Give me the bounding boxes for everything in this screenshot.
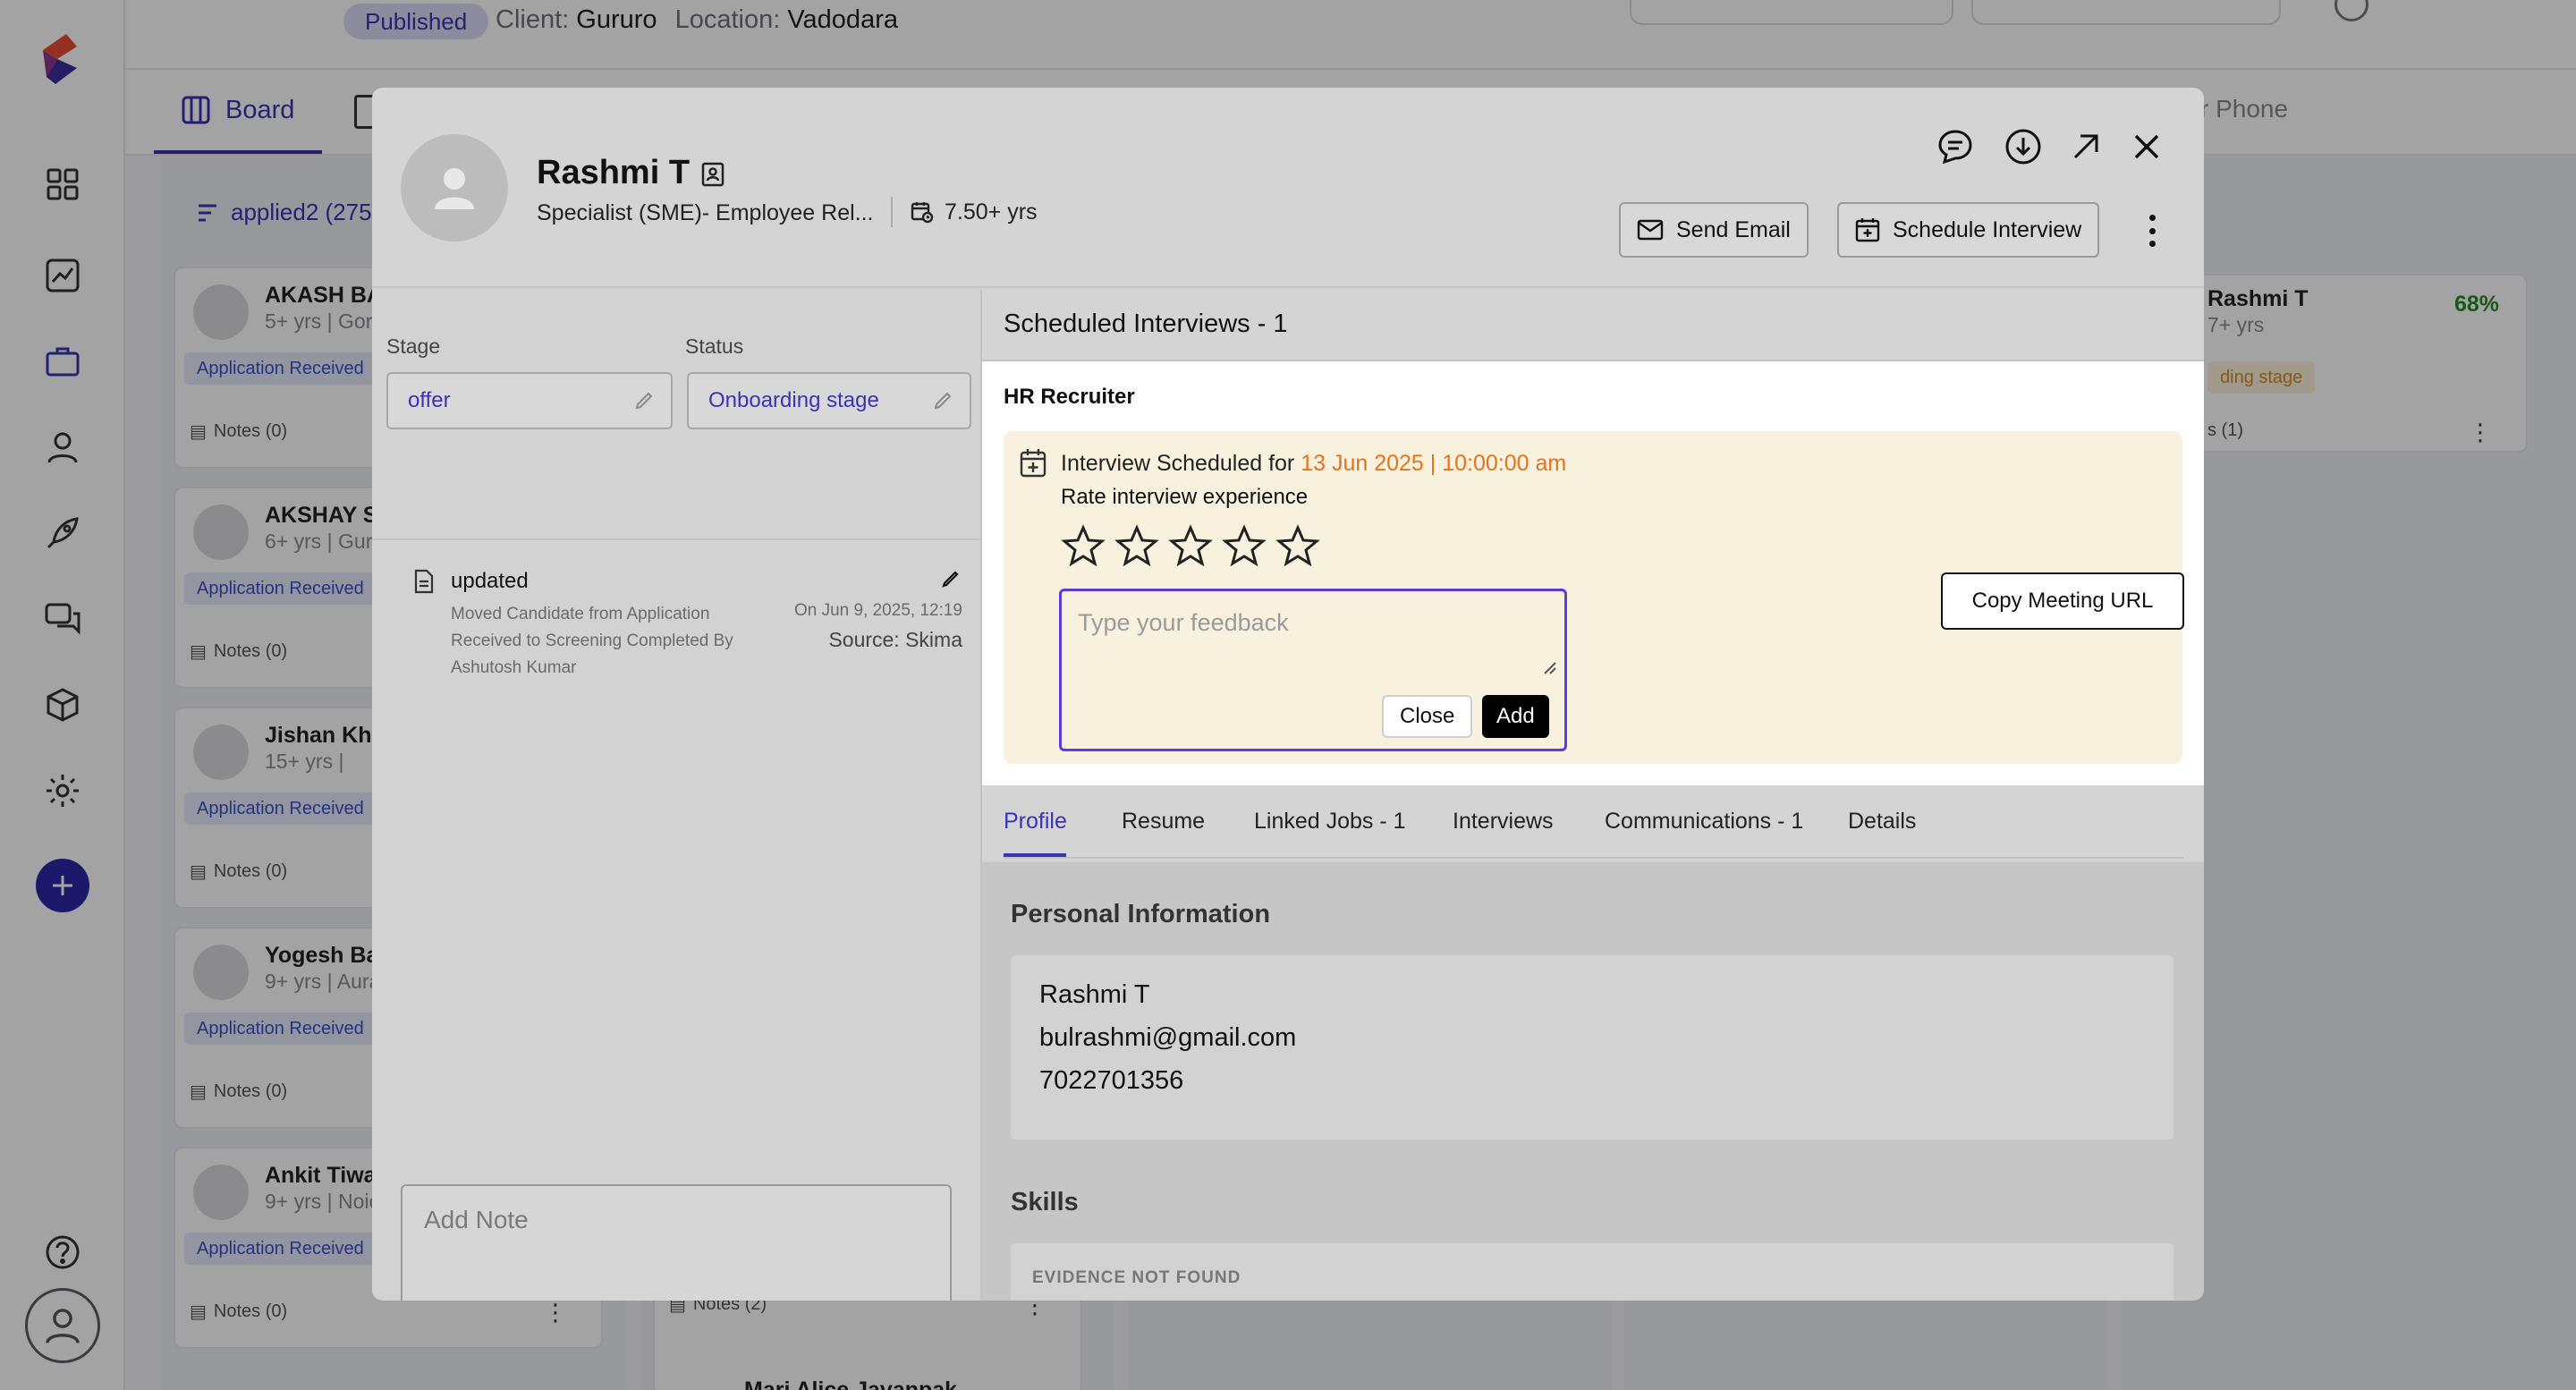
interview-schedule-text: Interview Scheduled for 13 Jun 2025 | 10… [1061, 451, 1567, 476]
candidate-experience: 7.50+ yrs [891, 197, 1038, 227]
add-button[interactable]: Add [1482, 695, 1549, 738]
star-icon[interactable] [1114, 524, 1159, 569]
resize-handle-icon[interactable] [1541, 659, 1557, 675]
star-rating[interactable] [1061, 524, 1320, 569]
activity-description: Moved Candidate from Application Receive… [451, 605, 733, 677]
scheduled-interviews-header: Scheduled Interviews - 1 [982, 290, 2204, 361]
user-placeholder-icon [435, 168, 474, 209]
contact-card-icon[interactable] [699, 161, 726, 188]
schedule-interview-button[interactable]: Schedule Interview [1837, 202, 2100, 258]
pencil-icon[interactable] [941, 569, 961, 589]
add-note-plus-icon[interactable]: + [894, 1290, 923, 1301]
profile-tabs: Profile Resume Linked Jobs - 1 Interview… [982, 785, 2204, 860]
activity-source: Source: Skima [828, 628, 962, 651]
star-icon[interactable] [1061, 524, 1106, 569]
info-name: Rashmi T [1039, 980, 1150, 1009]
stage-field[interactable]: offer [386, 372, 673, 429]
personal-info-box: Rashmi T bulrashmi@gmail.com 7022701356 [1011, 955, 2174, 1140]
activity-title: updated [451, 569, 529, 593]
more-options-icon[interactable] [2143, 211, 2161, 250]
recruiter-title: HR Recruiter [1004, 385, 1135, 409]
stage-label: Stage [386, 335, 441, 358]
scheduled-interview-panel: HR Recruiter Interview Scheduled for 13 … [982, 361, 2204, 785]
tab-resume[interactable]: Resume [1122, 809, 1205, 835]
add-note-input[interactable]: Add Note + [401, 1184, 952, 1301]
comment-icon[interactable] [1934, 125, 1977, 168]
tab-interviews[interactable]: Interviews [1453, 809, 1554, 835]
candidate-modal: Rashmi T Specialist (SME)- Employee Rel.… [372, 88, 2204, 1301]
edit-icon[interactable] [633, 390, 655, 411]
star-icon[interactable] [1168, 524, 1213, 569]
calendar-clock-icon [911, 202, 934, 224]
tab-details[interactable]: Details [1848, 809, 1916, 835]
calendar-plus-icon [1855, 218, 1880, 242]
tabs-divider [1004, 857, 2184, 859]
status-field[interactable]: Onboarding stage [687, 372, 971, 429]
document-icon [414, 569, 434, 594]
candidate-name: Rashmi T [537, 154, 691, 191]
download-icon[interactable] [2002, 125, 2045, 168]
tab-profile[interactable]: Profile [1004, 809, 1067, 835]
personal-info-title: Personal Information [1011, 900, 1271, 928]
interview-pane: Scheduled Interviews - 1 HR Recruiter In… [982, 290, 2204, 1301]
skills-title: Skills [1011, 1188, 1079, 1216]
candidate-stage-pane: Stage offer Status Onboarding stage upda… [372, 290, 982, 1301]
mail-icon [1637, 219, 1664, 241]
evidence-label: EVIDENCE NOT FOUND [1032, 1268, 1241, 1287]
info-email[interactable]: bulrashmi@gmail.com [1039, 1023, 1296, 1053]
star-icon[interactable] [1222, 524, 1267, 569]
candidate-title: Specialist (SME)- Employee Rel... [537, 200, 874, 225]
activity-date: On Jun 9, 2025, 12:19 [793, 601, 962, 620]
candidate-avatar [401, 134, 508, 242]
edit-icon[interactable] [932, 390, 953, 411]
expand-icon[interactable] [2064, 125, 2107, 168]
modal-header: Rashmi T Specialist (SME)- Employee Rel.… [372, 88, 2204, 288]
close-button[interactable]: Close [1382, 695, 1473, 738]
divider [372, 538, 982, 540]
skills-box: EVIDENCE NOT FOUND [1011, 1243, 2174, 1301]
star-icon[interactable] [1275, 524, 1320, 569]
rate-label: Rate interview experience [1061, 485, 1309, 509]
tab-communications[interactable]: Communications - 1 [1605, 809, 1803, 835]
info-phone[interactable]: 7022701356 [1039, 1066, 1183, 1096]
profile-body: Personal Information Rashmi T bulrashmi@… [982, 862, 2204, 1301]
interview-card: Interview Scheduled for 13 Jun 2025 | 10… [1004, 431, 2184, 764]
active-tab-indicator [1004, 853, 1066, 857]
calendar-icon [1020, 449, 1046, 478]
tab-linked-jobs[interactable]: Linked Jobs - 1 [1254, 809, 1406, 835]
status-label: Status [685, 335, 744, 358]
feedback-textarea[interactable]: Type your feedback Close Add [1059, 589, 1567, 751]
close-icon[interactable] [2125, 125, 2168, 168]
copy-meeting-url-button[interactable]: Copy Meeting URL [1941, 572, 2184, 630]
send-email-button[interactable]: Send Email [1619, 202, 1809, 258]
